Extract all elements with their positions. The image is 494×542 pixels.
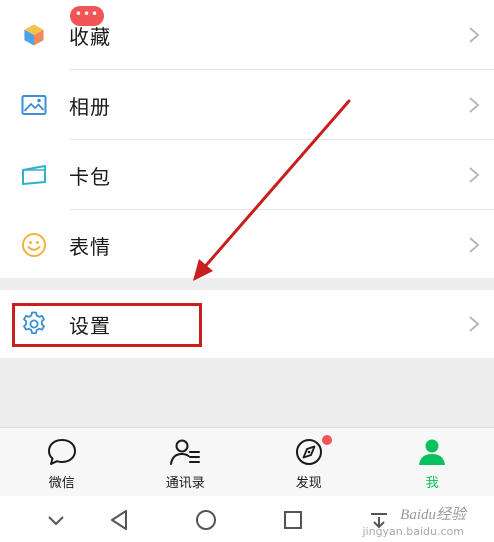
menu-item-label: 相册 bbox=[69, 94, 111, 119]
tab-label: 通讯录 bbox=[165, 476, 205, 491]
me-page: 收藏 相册 卡包 表情 设置 微信 通讯录 发现 我 ••• Baidu经验 j… bbox=[0, 0, 494, 542]
person-icon bbox=[415, 436, 449, 468]
chevron-right-icon bbox=[468, 96, 480, 114]
tab-chats[interactable]: 微信 bbox=[0, 428, 124, 496]
bottom-tab-bar: 微信 通讯录 发现 我 bbox=[0, 427, 494, 496]
menu-item-cards[interactable]: 卡包 bbox=[0, 140, 494, 210]
compass-icon bbox=[292, 436, 326, 468]
menu-item-label: 卡包 bbox=[69, 164, 111, 189]
menu-item-settings[interactable]: 设置 bbox=[0, 290, 494, 358]
chevron-right-icon bbox=[468, 26, 480, 44]
favorites-cube-icon bbox=[20, 21, 48, 49]
menu-item-label: 表情 bbox=[69, 234, 111, 259]
recents-square-icon[interactable] bbox=[281, 508, 305, 532]
chat-bubble-icon bbox=[45, 436, 79, 468]
tab-label: 我 bbox=[425, 476, 439, 491]
tab-label: 发现 bbox=[295, 476, 322, 491]
settings-card: 设置 bbox=[0, 290, 494, 358]
system-nav-bar bbox=[0, 496, 494, 542]
back-triangle-icon[interactable] bbox=[107, 508, 131, 532]
tab-me[interactable]: 我 bbox=[371, 428, 494, 496]
chevron-right-icon bbox=[468, 315, 480, 333]
tab-contacts[interactable]: 通讯录 bbox=[124, 428, 248, 496]
unread-badge: ••• bbox=[70, 6, 104, 26]
new-dot-badge bbox=[322, 435, 332, 445]
chevron-right-icon bbox=[468, 236, 480, 254]
me-menu-card: 收藏 相册 卡包 表情 bbox=[0, 0, 494, 278]
gear-icon bbox=[20, 310, 48, 338]
chevron-right-icon bbox=[468, 166, 480, 184]
tab-discover[interactable]: 发现 bbox=[247, 428, 371, 496]
home-circle-icon[interactable] bbox=[194, 508, 218, 532]
menu-item-album[interactable]: 相册 bbox=[0, 70, 494, 140]
menu-item-stickers[interactable]: 表情 bbox=[0, 210, 494, 280]
collapse-chevron-icon[interactable] bbox=[44, 508, 68, 532]
tab-label: 微信 bbox=[48, 476, 75, 491]
card-wallet-icon bbox=[20, 161, 48, 189]
album-icon bbox=[20, 91, 48, 119]
notification-pull-icon[interactable] bbox=[367, 508, 391, 532]
sticker-smile-icon bbox=[20, 231, 48, 259]
contacts-icon bbox=[168, 436, 202, 468]
menu-item-label: 设置 bbox=[69, 313, 111, 338]
